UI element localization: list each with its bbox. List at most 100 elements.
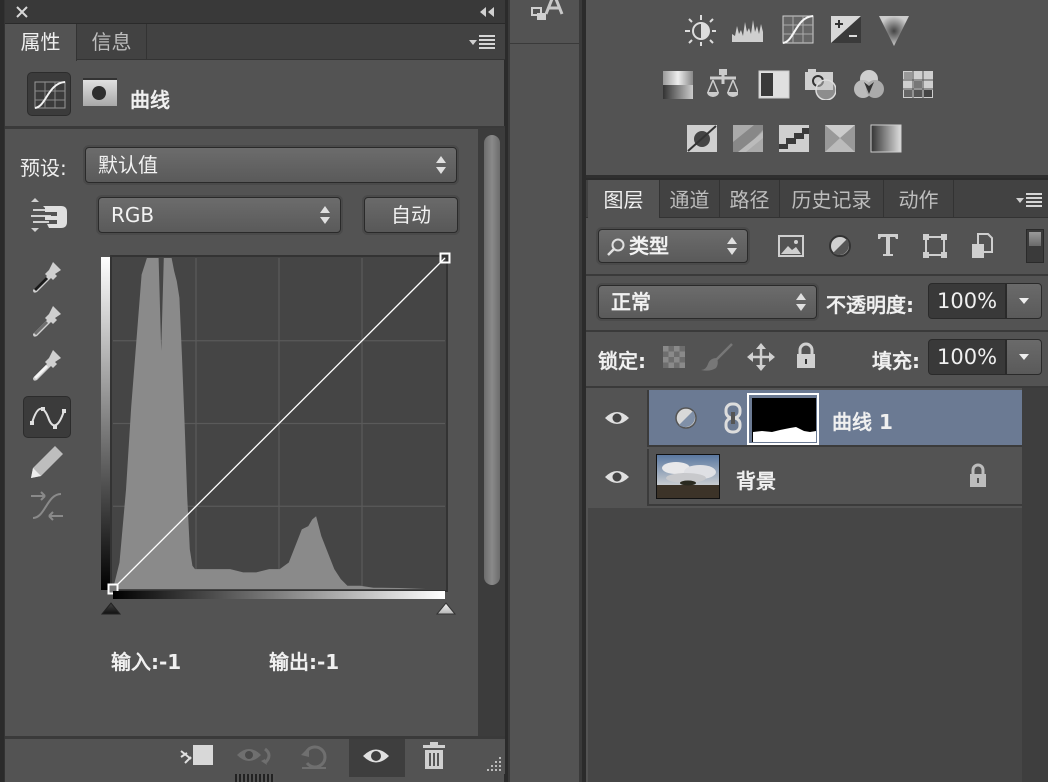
panel-titlebar	[5, 0, 505, 24]
smart-object-filter-icon[interactable]	[970, 232, 994, 260]
black-point-slider[interactable]	[100, 602, 122, 615]
tab-channels[interactable]: 通道	[660, 180, 720, 218]
layer-name[interactable]: 曲线 1	[832, 406, 893, 435]
pencil-icon[interactable]	[27, 442, 67, 482]
filter-kind-select[interactable]: 类型	[598, 229, 748, 263]
layer-row-curves[interactable]: 曲线 1	[586, 390, 1022, 447]
layer-mask-thumbnail[interactable]	[747, 393, 819, 445]
link-icon[interactable]	[723, 402, 745, 436]
fill-dropdown-button[interactable]	[1006, 339, 1042, 375]
selective-color-icon[interactable]	[824, 124, 856, 156]
tab-info[interactable]: 信息	[77, 24, 147, 60]
panel-menu-icon[interactable]	[1016, 193, 1046, 207]
opacity-input[interactable]: 100%	[928, 283, 1006, 319]
adjustment-layer-icon[interactable]	[674, 406, 698, 430]
double-chevron-left-icon[interactable]	[479, 6, 495, 18]
channel-value: RGB	[111, 203, 155, 227]
smooth-curve-icon[interactable]	[27, 488, 67, 528]
adjustment-settings-button[interactable]	[27, 72, 71, 116]
invert-icon[interactable]	[686, 124, 718, 156]
shape-layer-filter-icon[interactable]	[922, 233, 948, 259]
character-paragraph-icon	[531, 0, 564, 20]
eye-icon	[605, 412, 629, 424]
levels-icon[interactable]	[731, 16, 763, 48]
channel-mixer-icon[interactable]	[852, 68, 884, 100]
curves-chart[interactable]	[95, 252, 465, 622]
collapsed-panel-button[interactable]	[510, 0, 582, 44]
curves-icon	[34, 81, 66, 109]
divider	[586, 274, 1048, 276]
reset-icon[interactable]	[299, 741, 331, 771]
adjustment-layer-filter-icon[interactable]	[828, 234, 852, 258]
panel-menu-icon[interactable]	[469, 35, 499, 49]
resize-grip-icon[interactable]	[485, 755, 503, 771]
tab-history[interactable]: 历史记录	[780, 180, 884, 218]
layers-tabs: 图层 通道 路径 历史记录 动作	[586, 180, 1048, 218]
tab-actions[interactable]: 动作	[884, 180, 954, 218]
lock-all-icon[interactable]	[795, 342, 817, 370]
curve-points-tool[interactable]	[23, 396, 71, 438]
mask-settings-button[interactable]	[83, 78, 117, 106]
hue-saturation-icon[interactable]	[662, 70, 694, 102]
layers-scroll-gutter[interactable]	[1022, 388, 1048, 782]
layer-row-background[interactable]: 背景	[586, 449, 1022, 506]
black-point-eyedropper-icon[interactable]	[27, 258, 67, 298]
gray-point-eyedropper-icon[interactable]	[27, 302, 67, 342]
photo-filter-icon[interactable]	[804, 68, 836, 100]
eye-icon	[605, 471, 629, 483]
pixel-layer-filter-icon[interactable]	[778, 234, 804, 258]
layers-list-empty-area[interactable]	[588, 508, 1022, 782]
on-image-adjust-tool-icon[interactable]	[27, 198, 71, 234]
threshold-icon[interactable]	[778, 124, 810, 156]
blend-mode-select[interactable]: 正常	[598, 285, 817, 319]
lock-transparent-pixels-icon[interactable]	[663, 346, 685, 368]
exposure-icon[interactable]	[830, 14, 862, 46]
collapsed-panel-strip	[508, 0, 582, 782]
channel-select[interactable]: RGB	[98, 197, 341, 233]
brightness-contrast-icon[interactable]	[684, 14, 716, 46]
visibility-toggle[interactable]	[586, 449, 649, 506]
filter-toggle-knob	[1029, 232, 1041, 246]
lock-image-pixels-icon[interactable]	[700, 342, 734, 372]
opacity-label: 不透明度:	[826, 293, 914, 317]
gradient-map-icon[interactable]	[870, 124, 902, 156]
tab-properties[interactable]: 属性	[5, 24, 77, 61]
panel-resize-handle[interactable]	[235, 774, 275, 782]
fill-label: 填充:	[872, 349, 920, 373]
fill-input[interactable]: 100%	[928, 339, 1006, 375]
lock-position-icon[interactable]	[746, 342, 776, 372]
layer-thumbnail[interactable]	[656, 454, 720, 499]
updown-arrows-icon	[436, 156, 446, 174]
preset-select[interactable]: 默认值	[85, 147, 457, 183]
search-icon	[607, 238, 625, 256]
vibrance-icon[interactable]	[878, 14, 910, 46]
input-gradient-bar	[113, 591, 445, 599]
opacity-dropdown-button[interactable]	[1006, 283, 1042, 319]
filter-toggle[interactable]	[1026, 229, 1044, 263]
color-lookup-icon[interactable]	[902, 70, 934, 102]
white-point-slider[interactable]	[435, 602, 457, 615]
view-previous-state-icon[interactable]	[235, 743, 277, 771]
output-value: -1	[317, 650, 340, 674]
layer-name[interactable]: 背景	[736, 465, 776, 494]
black-white-icon[interactable]	[758, 70, 790, 102]
auto-button[interactable]: 自动	[364, 197, 458, 233]
divider	[586, 330, 1048, 332]
layers-panel: 图层 通道 路径 历史记录 动作 类型 正常 不透明度: 100% 锁定: 填充	[586, 180, 1048, 782]
tab-paths[interactable]: 路径	[720, 180, 780, 218]
close-icon[interactable]	[15, 5, 29, 19]
visibility-toggle[interactable]	[586, 390, 649, 447]
updown-arrows-icon	[796, 293, 806, 311]
tab-layers[interactable]: 图层	[588, 180, 660, 218]
color-balance-icon[interactable]	[706, 68, 738, 100]
curves-adjustment-icon[interactable]	[782, 14, 814, 46]
curve-points-icon	[30, 407, 66, 429]
eye-icon[interactable]	[361, 745, 391, 767]
white-point-eyedropper-icon[interactable]	[27, 346, 67, 386]
scrollbar-thumb[interactable]	[484, 135, 500, 585]
posterize-icon[interactable]	[732, 124, 764, 156]
trash-icon[interactable]	[421, 741, 447, 771]
divider	[5, 126, 505, 129]
clip-to-layer-icon[interactable]	[177, 743, 217, 771]
type-layer-filter-icon[interactable]	[876, 232, 900, 258]
